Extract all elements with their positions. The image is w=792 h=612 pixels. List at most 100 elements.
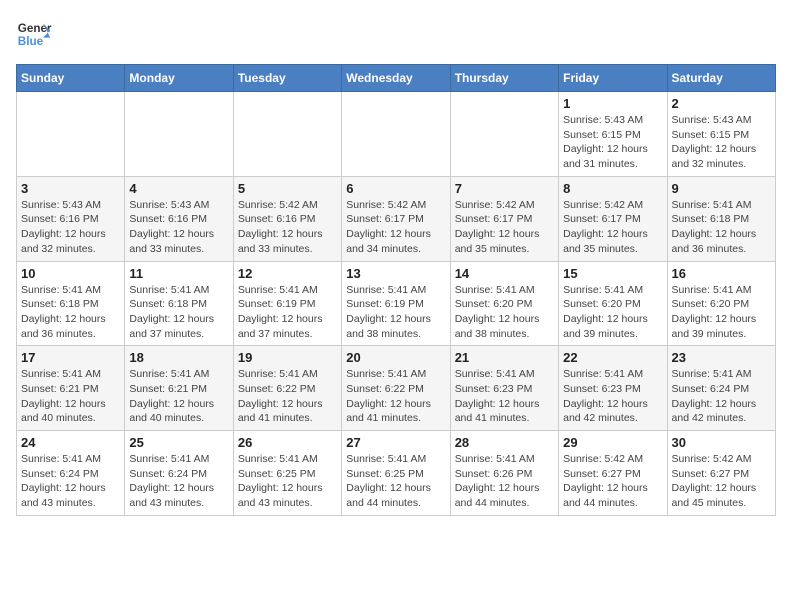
day-info: Sunrise: 5:41 AM Sunset: 6:24 PM Dayligh… <box>129 452 228 511</box>
day-info: Sunrise: 5:41 AM Sunset: 6:23 PM Dayligh… <box>455 367 554 426</box>
calendar-cell <box>342 92 450 177</box>
day-info: Sunrise: 5:41 AM Sunset: 6:18 PM Dayligh… <box>21 283 120 342</box>
day-number: 22 <box>563 350 662 365</box>
calendar-cell: 28Sunrise: 5:41 AM Sunset: 6:26 PM Dayli… <box>450 431 558 516</box>
day-info: Sunrise: 5:43 AM Sunset: 6:16 PM Dayligh… <box>21 198 120 257</box>
calendar-cell: 3 Sunrise: 5:43 AM Sunset: 6:16 PM Daylig… <box>17 176 125 261</box>
day-info: Sunrise: 5:41 AM Sunset: 6:20 PM Dayligh… <box>672 283 771 342</box>
day-number: 15 <box>563 266 662 281</box>
day-number: 27 <box>346 435 445 450</box>
day-info: Sunrise: 5:41 AM Sunset: 6:19 PM Dayligh… <box>346 283 445 342</box>
calendar-cell <box>233 92 341 177</box>
calendar-table: SundayMondayTuesdayWednesdayThursdayFrid… <box>16 64 776 516</box>
calendar-cell <box>17 92 125 177</box>
weekday-header-monday: Monday <box>125 65 233 92</box>
calendar-cell: 22 Sunrise: 5:41 AM Sunset: 6:23 PM Dayli… <box>559 346 667 431</box>
calendar-cell: 26Sunrise: 5:41 AM Sunset: 6:25 PM Dayli… <box>233 431 341 516</box>
calendar-cell: 13 Sunrise: 5:41 AM Sunset: 6:19 PM Dayli… <box>342 261 450 346</box>
calendar-cell: 1 Sunrise: 5:43 AM Sunset: 6:15 PM Daylig… <box>559 92 667 177</box>
calendar-cell: 18 Sunrise: 5:41 AM Sunset: 6:21 PM Dayli… <box>125 346 233 431</box>
calendar-cell: 14 Sunrise: 5:41 AM Sunset: 6:20 PM Dayli… <box>450 261 558 346</box>
day-info: Sunrise: 5:41 AM Sunset: 6:18 PM Dayligh… <box>129 283 228 342</box>
day-number: 11 <box>129 266 228 281</box>
calendar-cell: 25 Sunrise: 5:41 AM Sunset: 6:24 PM Dayli… <box>125 431 233 516</box>
day-info: Sunrise: 5:42 AM Sunset: 6:17 PM Dayligh… <box>563 198 662 257</box>
weekday-header-friday: Friday <box>559 65 667 92</box>
day-info: Sunrise: 5:41 AM Sunset: 6:25 PM Dayligh… <box>346 452 445 511</box>
day-info: Sunrise: 5:41 AM Sunset: 6:24 PM Dayligh… <box>672 367 771 426</box>
logo: General Blue <box>16 16 52 52</box>
weekday-header-tuesday: Tuesday <box>233 65 341 92</box>
day-number: 10 <box>21 266 120 281</box>
day-number: 18 <box>129 350 228 365</box>
calendar-cell: 23 Sunrise: 5:41 AM Sunset: 6:24 PM Dayli… <box>667 346 775 431</box>
weekday-header-sunday: Sunday <box>17 65 125 92</box>
day-number: 26 <box>238 435 337 450</box>
day-info: Sunrise: 5:43 AM Sunset: 6:16 PM Dayligh… <box>129 198 228 257</box>
day-info: Sunrise: 5:41 AM Sunset: 6:21 PM Dayligh… <box>21 367 120 426</box>
day-number: 3 <box>21 181 120 196</box>
day-info: Sunrise: 5:42 AM Sunset: 6:17 PM Dayligh… <box>455 198 554 257</box>
weekday-header-thursday: Thursday <box>450 65 558 92</box>
calendar-cell: 16 Sunrise: 5:41 AM Sunset: 6:20 PM Dayli… <box>667 261 775 346</box>
day-number: 1 <box>563 96 662 111</box>
calendar-cell: 24 Sunrise: 5:41 AM Sunset: 6:24 PM Dayli… <box>17 431 125 516</box>
day-number: 6 <box>346 181 445 196</box>
day-info: Sunrise: 5:42 AM Sunset: 6:27 PM Dayligh… <box>672 452 771 511</box>
day-info: Sunrise: 5:41 AM Sunset: 6:20 PM Dayligh… <box>455 283 554 342</box>
calendar-cell: 17Sunrise: 5:41 AM Sunset: 6:21 PM Dayli… <box>17 346 125 431</box>
calendar-cell: 10 Sunrise: 5:41 AM Sunset: 6:18 PM Dayli… <box>17 261 125 346</box>
day-number: 28 <box>455 435 554 450</box>
day-number: 16 <box>672 266 771 281</box>
svg-text:Blue: Blue <box>18 35 44 48</box>
calendar-cell: 20Sunrise: 5:41 AM Sunset: 6:22 PM Dayli… <box>342 346 450 431</box>
day-number: 9 <box>672 181 771 196</box>
calendar-cell: 2 Sunrise: 5:43 AM Sunset: 6:15 PM Daylig… <box>667 92 775 177</box>
day-number: 19 <box>238 350 337 365</box>
day-number: 13 <box>346 266 445 281</box>
day-number: 29 <box>563 435 662 450</box>
page-header: General Blue <box>16 16 776 52</box>
day-number: 21 <box>455 350 554 365</box>
day-info: Sunrise: 5:41 AM Sunset: 6:18 PM Dayligh… <box>672 198 771 257</box>
calendar-cell: 8 Sunrise: 5:42 AM Sunset: 6:17 PM Daylig… <box>559 176 667 261</box>
day-info: Sunrise: 5:42 AM Sunset: 6:17 PM Dayligh… <box>346 198 445 257</box>
weekday-header-saturday: Saturday <box>667 65 775 92</box>
calendar-cell: 6 Sunrise: 5:42 AM Sunset: 6:17 PM Daylig… <box>342 176 450 261</box>
day-number: 24 <box>21 435 120 450</box>
calendar-cell: 29 Sunrise: 5:42 AM Sunset: 6:27 PM Dayli… <box>559 431 667 516</box>
day-number: 30 <box>672 435 771 450</box>
day-number: 20 <box>346 350 445 365</box>
day-info: Sunrise: 5:41 AM Sunset: 6:19 PM Dayligh… <box>238 283 337 342</box>
calendar-cell: 19 Sunrise: 5:41 AM Sunset: 6:22 PM Dayli… <box>233 346 341 431</box>
calendar-cell: 15 Sunrise: 5:41 AM Sunset: 6:20 PM Dayli… <box>559 261 667 346</box>
day-info: Sunrise: 5:42 AM Sunset: 6:16 PM Dayligh… <box>238 198 337 257</box>
day-number: 8 <box>563 181 662 196</box>
day-number: 25 <box>129 435 228 450</box>
logo-icon: General Blue <box>16 16 52 52</box>
calendar-cell: 12 Sunrise: 5:41 AM Sunset: 6:19 PM Dayli… <box>233 261 341 346</box>
day-number: 5 <box>238 181 337 196</box>
calendar-cell: 27 Sunrise: 5:41 AM Sunset: 6:25 PM Dayli… <box>342 431 450 516</box>
calendar-cell: 11 Sunrise: 5:41 AM Sunset: 6:18 PM Dayli… <box>125 261 233 346</box>
day-info: Sunrise: 5:41 AM Sunset: 6:22 PM Dayligh… <box>238 367 337 426</box>
day-number: 12 <box>238 266 337 281</box>
calendar-cell: 9 Sunrise: 5:41 AM Sunset: 6:18 PM Daylig… <box>667 176 775 261</box>
day-info: Sunrise: 5:43 AM Sunset: 6:15 PM Dayligh… <box>563 113 662 172</box>
day-info: Sunrise: 5:41 AM Sunset: 6:24 PM Dayligh… <box>21 452 120 511</box>
calendar-cell: 7 Sunrise: 5:42 AM Sunset: 6:17 PM Daylig… <box>450 176 558 261</box>
day-info: Sunrise: 5:42 AM Sunset: 6:27 PM Dayligh… <box>563 452 662 511</box>
day-number: 7 <box>455 181 554 196</box>
day-number: 23 <box>672 350 771 365</box>
day-number: 14 <box>455 266 554 281</box>
day-number: 2 <box>672 96 771 111</box>
calendar-cell: 30 Sunrise: 5:42 AM Sunset: 6:27 PM Dayli… <box>667 431 775 516</box>
calendar-cell: 5 Sunrise: 5:42 AM Sunset: 6:16 PM Daylig… <box>233 176 341 261</box>
calendar-cell <box>125 92 233 177</box>
day-info: Sunrise: 5:43 AM Sunset: 6:15 PM Dayligh… <box>672 113 771 172</box>
calendar-cell <box>450 92 558 177</box>
day-info: Sunrise: 5:41 AM Sunset: 6:23 PM Dayligh… <box>563 367 662 426</box>
day-info: Sunrise: 5:41 AM Sunset: 6:20 PM Dayligh… <box>563 283 662 342</box>
calendar-cell: 4Sunrise: 5:43 AM Sunset: 6:16 PM Daylig… <box>125 176 233 261</box>
day-info: Sunrise: 5:41 AM Sunset: 6:21 PM Dayligh… <box>129 367 228 426</box>
